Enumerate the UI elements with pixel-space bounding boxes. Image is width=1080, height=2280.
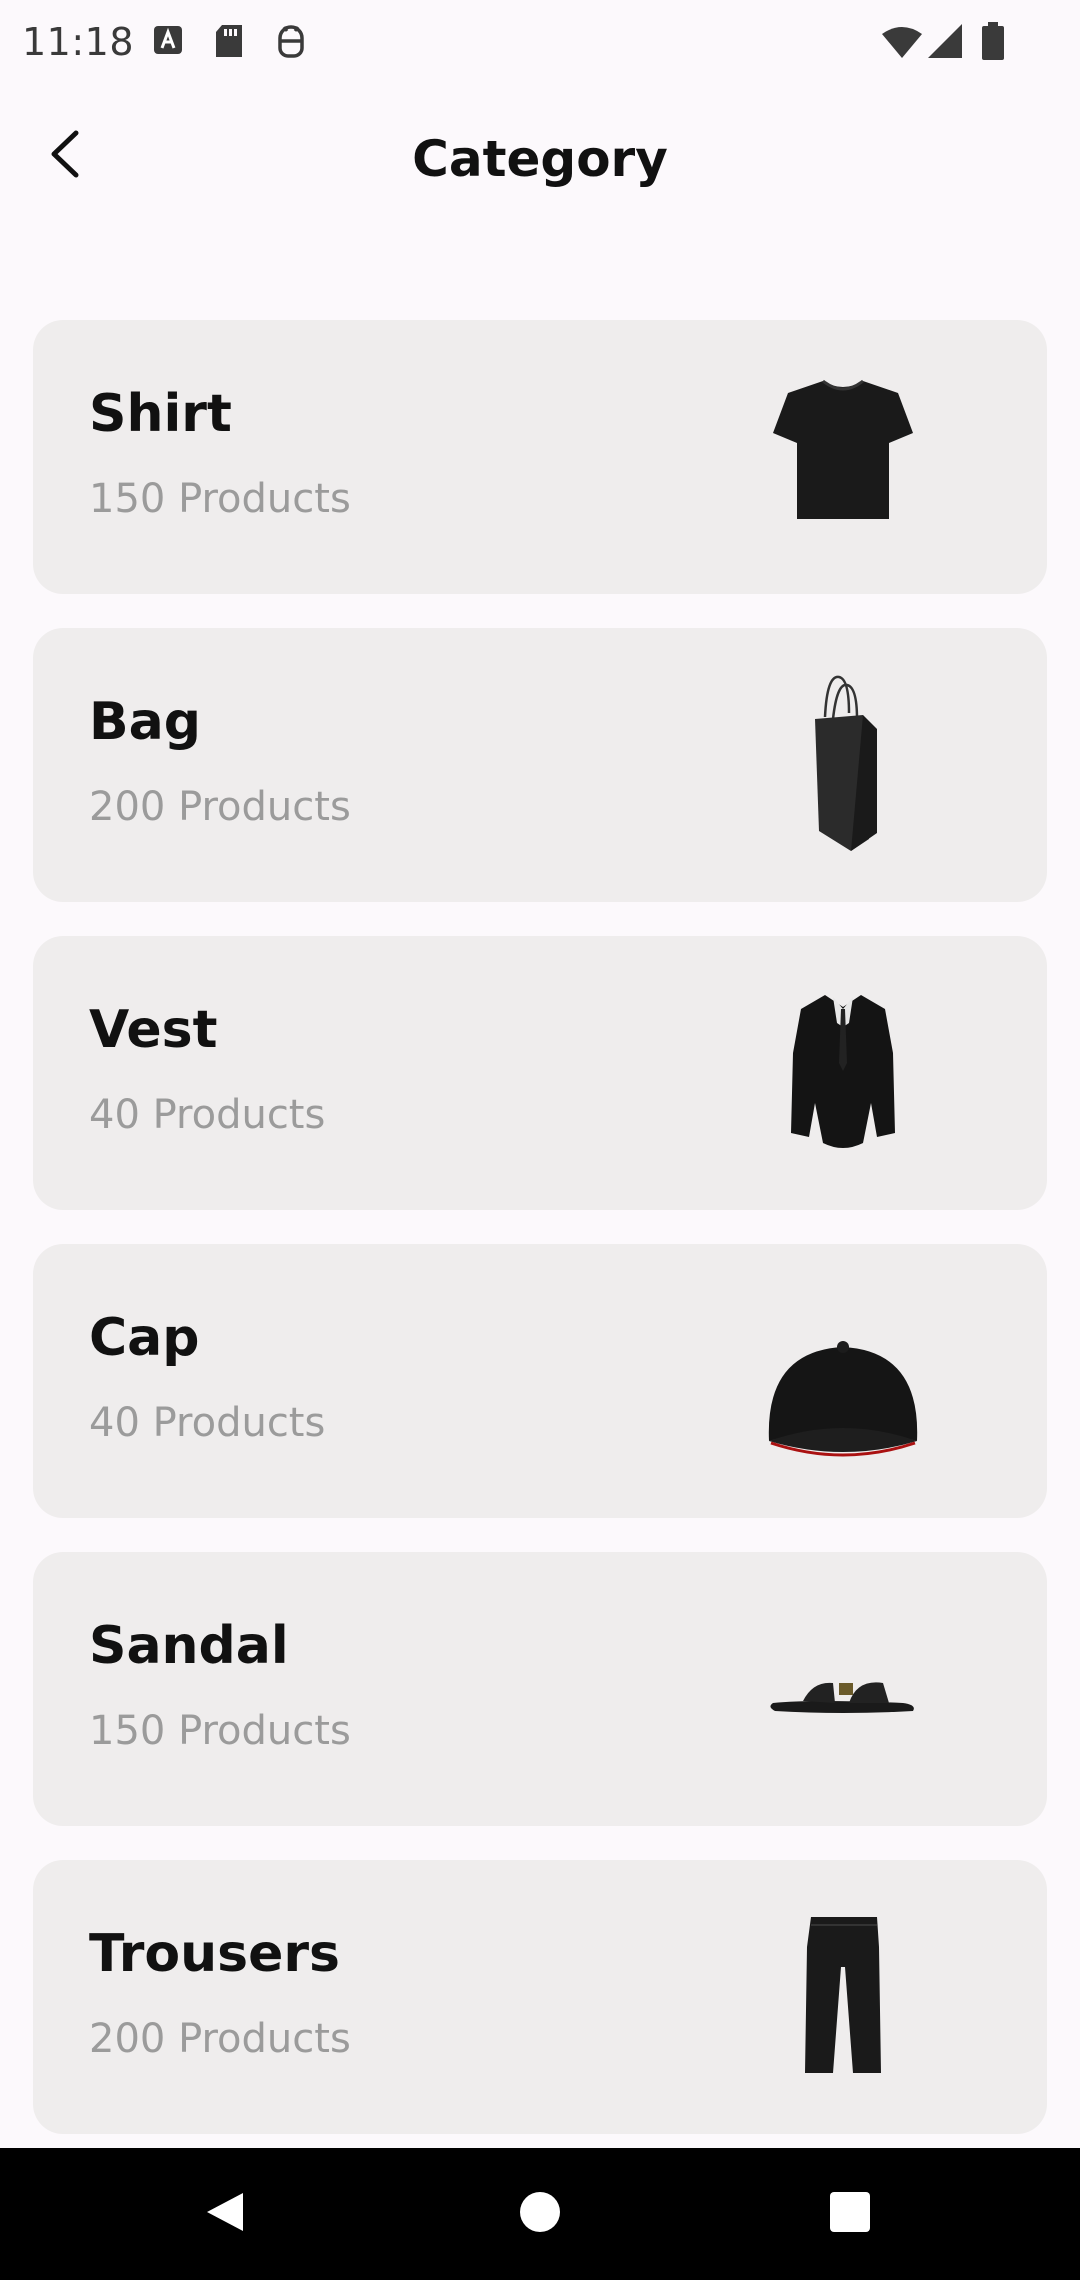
category-name: Vest xyxy=(89,1000,218,1060)
top-bar: Category xyxy=(0,100,1080,220)
android-debug-icon xyxy=(274,24,308,62)
nav-home-button[interactable] xyxy=(504,2178,576,2250)
wifi-icon xyxy=(882,26,922,62)
navigation-bar xyxy=(0,2148,1080,2280)
category-card-bag[interactable]: Bag 200 Products xyxy=(33,628,1047,902)
shirt-image xyxy=(753,367,933,547)
a-notification-icon xyxy=(152,24,184,60)
status-time: 11:18 xyxy=(22,20,135,64)
nav-home-icon xyxy=(518,2190,562,2238)
category-card-vest[interactable]: Vest 40 Products xyxy=(33,936,1047,1210)
trousers-image xyxy=(753,1907,933,2087)
bag-image xyxy=(753,675,933,855)
category-count: 40 Products xyxy=(89,1092,326,1138)
nav-recents-button[interactable] xyxy=(814,2178,886,2250)
category-name: Bag xyxy=(89,692,201,752)
category-count: 200 Products xyxy=(89,2016,351,2062)
category-name: Cap xyxy=(89,1308,200,1368)
category-count: 150 Products xyxy=(89,1708,351,1754)
category-list: Shirt 150 Products Bag 200 Products Vest… xyxy=(33,320,1047,2168)
sandal-image xyxy=(753,1599,933,1779)
signal-icon xyxy=(928,24,962,62)
category-name: Trousers xyxy=(89,1924,340,1984)
category-card-cap[interactable]: Cap 40 Products xyxy=(33,1244,1047,1518)
category-card-shirt[interactable]: Shirt 150 Products xyxy=(33,320,1047,594)
battery-icon xyxy=(982,22,1004,64)
nav-back-icon xyxy=(203,2189,249,2239)
page-title: Category xyxy=(412,130,668,188)
category-card-sandal[interactable]: Sandal 150 Products xyxy=(33,1552,1047,1826)
cap-image xyxy=(753,1291,933,1471)
sd-card-icon xyxy=(214,24,244,62)
category-count: 200 Products xyxy=(89,784,351,830)
category-card-trousers[interactable]: Trousers 200 Products xyxy=(33,1860,1047,2134)
category-name: Shirt xyxy=(89,384,232,444)
category-name: Sandal xyxy=(89,1616,289,1676)
status-bar: 11:18 xyxy=(0,0,1080,88)
category-count: 40 Products xyxy=(89,1400,326,1446)
category-count: 150 Products xyxy=(89,476,351,522)
vest-image xyxy=(753,983,933,1163)
nav-back-button[interactable] xyxy=(190,2178,262,2250)
nav-recents-icon xyxy=(829,2191,871,2237)
